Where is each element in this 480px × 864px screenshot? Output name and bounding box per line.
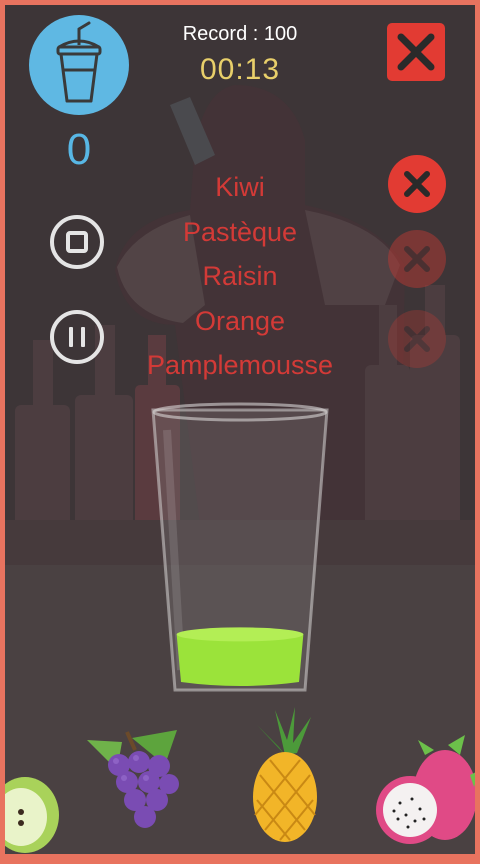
smoothie-cup-icon [56,21,102,103]
pineapple-fruit[interactable] [245,705,325,845]
mixing-glass [151,402,329,692]
recipe-ingredient: Raisin [202,261,278,291]
juice-fill [176,627,304,686]
smoothie-cup-badge [29,15,129,115]
recipe-list: Kiwi Pastèque Raisin Orange Pamplemousse [65,165,415,388]
apple-fruit[interactable] [5,770,60,854]
close-icon [397,33,435,71]
recipe-ingredient: Orange [194,305,286,336]
recipe-ingredient: Pamplemousse [146,350,334,380]
grapes-fruit[interactable] [77,720,192,835]
game-screen: Record : 100 00:13 0 Kiwi Pastèque Raisi… [5,5,475,854]
close-button[interactable] [387,23,445,81]
recipe-ingredient: Kiwi [215,172,265,202]
dragon-fruit[interactable] [370,735,475,854]
recipe-ingredient: Pastèque [182,216,298,247]
